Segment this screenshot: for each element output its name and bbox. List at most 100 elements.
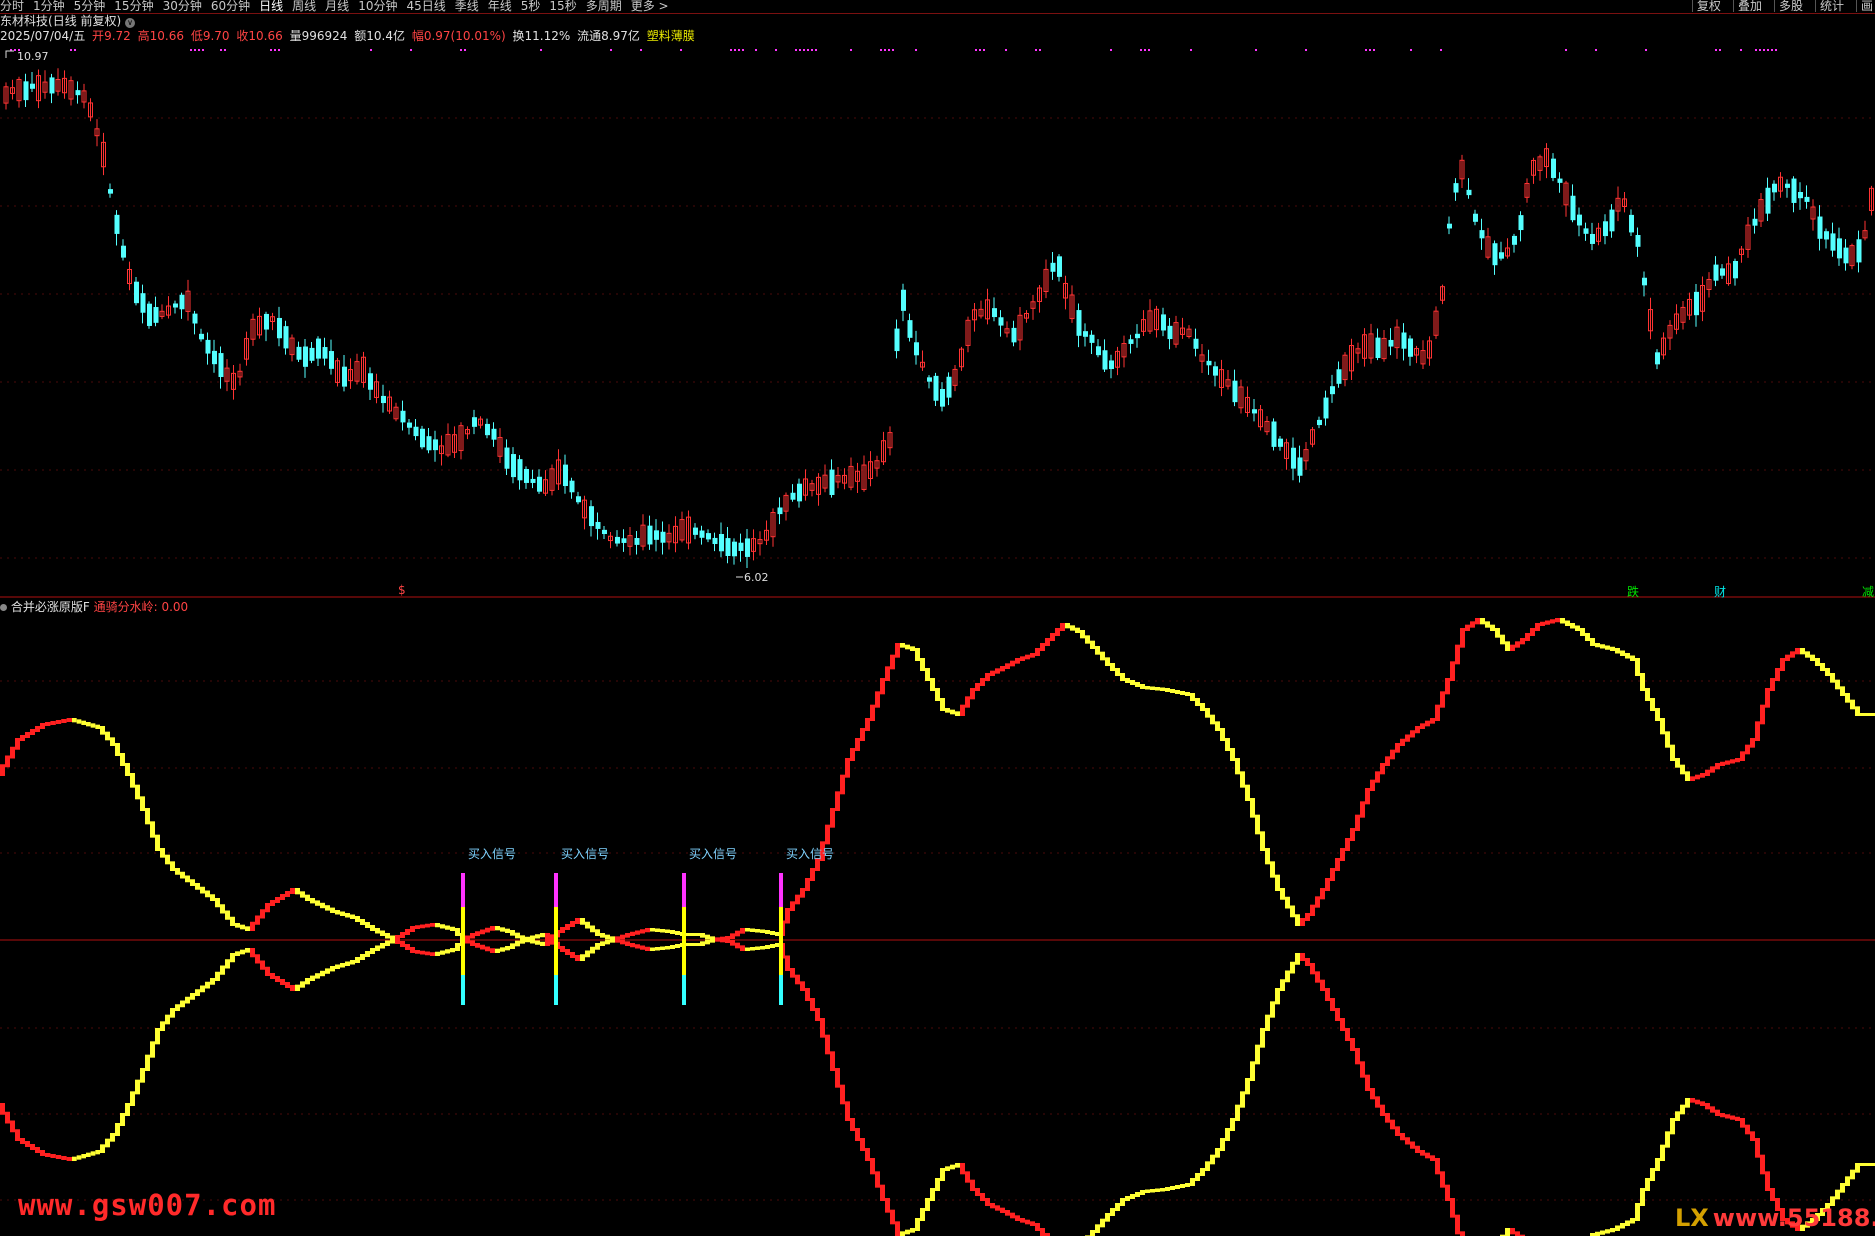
indicator-segment (580, 954, 585, 961)
indicator-segment (1095, 1224, 1100, 1233)
indicator-segment (1375, 1096, 1380, 1108)
indicator-segment (1530, 628, 1535, 636)
indicator-segment (145, 808, 150, 825)
indicator-segment (1660, 1144, 1665, 1161)
candle-down (1479, 230, 1485, 239)
indicator-segment (540, 941, 545, 946)
candle-down (530, 478, 536, 483)
event-dot (1410, 49, 1412, 51)
indicator-segment (350, 914, 355, 919)
indicator-segment (120, 753, 125, 766)
indicator-segment (1150, 686, 1155, 690)
indicator-segment (1265, 1014, 1270, 1031)
event-marker-drop[interactable]: 跌 (1627, 583, 1639, 600)
indicator-segment (215, 898, 220, 908)
indicator-segment (480, 944, 485, 950)
candle-down (1837, 238, 1842, 259)
indicator-name[interactable]: 合并必涨原版F (11, 600, 90, 614)
indicator-segment (72, 718, 77, 723)
indicator-segment (195, 989, 200, 996)
candle-down (777, 507, 783, 515)
indicator-segment (1640, 1188, 1645, 1206)
indicator-settings-icon[interactable] (0, 604, 7, 611)
event-dot (680, 49, 682, 51)
indicator-segment (1590, 638, 1595, 646)
indicator-segment (900, 643, 905, 648)
indicator-segment (810, 998, 815, 1011)
indicator-segment (510, 930, 515, 936)
indicator-segment (755, 946, 760, 950)
indicator-segment (1095, 646, 1100, 655)
indicator-segment (1185, 692, 1190, 696)
event-dot (370, 49, 372, 51)
candlestick-chart[interactable] (3, 68, 1874, 569)
event-dot (1440, 49, 1442, 51)
indicator-segment (535, 940, 540, 945)
candle-down (1330, 386, 1335, 395)
indicator-segment (180, 1000, 185, 1008)
event-dot (1755, 49, 1757, 51)
indicator-segment (795, 894, 800, 905)
indicator-segment (500, 927, 505, 932)
indicator-segment (405, 929, 410, 935)
indicator-segment (425, 923, 430, 928)
indicator-sub-label: 通骑分水岭: (93, 600, 158, 614)
indicator-segment (20, 1138, 25, 1144)
event-marker-finance[interactable]: 财 (1714, 583, 1726, 600)
candle-down (1083, 331, 1088, 337)
indicator-segment (835, 791, 840, 811)
candle-down (108, 189, 113, 194)
indicator-segment (490, 948, 495, 953)
indicator-segment (1545, 620, 1550, 625)
event-marker-dollar[interactable]: $ (398, 583, 406, 597)
indicator-segment (1035, 1223, 1040, 1231)
indicator-segment (1355, 814, 1360, 831)
indicator-segment (940, 698, 945, 711)
indicator-segment (1435, 704, 1440, 721)
indicator-segment (1330, 998, 1335, 1011)
candle-down (277, 317, 282, 339)
indicator-segment (600, 941, 605, 946)
indicator-segment (1510, 1228, 1515, 1235)
indicator-segment (470, 933, 475, 939)
candle-down (1551, 158, 1556, 178)
indicator-segment (695, 933, 700, 936)
candle-down (1635, 235, 1641, 247)
candle-down (621, 538, 627, 543)
indicator-segment (1750, 738, 1755, 748)
event-dot (278, 49, 280, 51)
indicator-segment (565, 949, 570, 955)
event-marker-reduce[interactable]: 减 (1862, 583, 1874, 600)
indicator-segment (970, 1179, 975, 1191)
indicator-segment (690, 943, 695, 946)
indicator-segment (330, 907, 335, 913)
indicator-segment (1730, 759, 1735, 764)
indicator-segment (1855, 1163, 1860, 1173)
indicator-segment (860, 728, 865, 741)
indicator-segment (1395, 743, 1400, 753)
indicator-segment (800, 888, 805, 898)
event-dot (1369, 49, 1371, 51)
indicator-chart[interactable] (0, 618, 1875, 1236)
indicator-segment (1125, 678, 1130, 683)
indicator-segment (1165, 688, 1170, 692)
indicator-segment (585, 921, 590, 929)
candle-down (1057, 256, 1062, 277)
chart-canvas[interactable]: 10.97 6.02 (0, 0, 1875, 1236)
indicator-segment (1135, 1192, 1140, 1197)
indicator-segment (625, 933, 630, 938)
indicator-segment (25, 1141, 30, 1147)
indicator-segment (165, 1014, 170, 1025)
indicator-segment (5, 755, 10, 768)
indicator-segment (335, 910, 340, 915)
indicator-segment (1440, 1171, 1445, 1188)
indicator-segment (1840, 686, 1845, 696)
indicator-segment (785, 908, 790, 924)
indicator-segment (450, 926, 455, 931)
indicator-segment (1010, 1212, 1015, 1219)
indicator-segment (865, 1148, 870, 1161)
indicator-segment (1320, 888, 1325, 900)
indicator-segment (1025, 654, 1030, 660)
indicator-segment (965, 696, 970, 708)
indicator-segment (1185, 1183, 1190, 1187)
